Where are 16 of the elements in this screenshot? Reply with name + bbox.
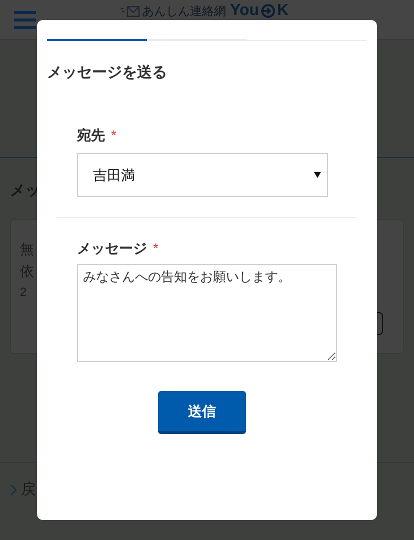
field-label: 宛先 <box>77 126 105 144</box>
envelope-icon <box>120 6 140 16</box>
required-mark: * <box>111 126 116 144</box>
logo-text: You <box>230 3 260 19</box>
required-mark: * <box>153 238 158 258</box>
field-label: メッセージ <box>77 238 147 258</box>
recipient-select[interactable]: 吉田満 <box>77 153 328 197</box>
message-field[interactable]: みなさんへの告知をお願いします。 <box>77 264 337 362</box>
modal-title: メッセージを送る <box>47 63 168 83</box>
arrow-circle-icon <box>261 4 276 18</box>
logo-text: K <box>277 3 289 19</box>
dropdown-arrow-icon <box>314 172 321 178</box>
menu-icon[interactable] <box>14 10 36 28</box>
send-button[interactable]: 送信 <box>158 391 246 434</box>
tab-indicator[interactable] <box>47 39 147 41</box>
chevron-right-icon <box>10 484 17 496</box>
